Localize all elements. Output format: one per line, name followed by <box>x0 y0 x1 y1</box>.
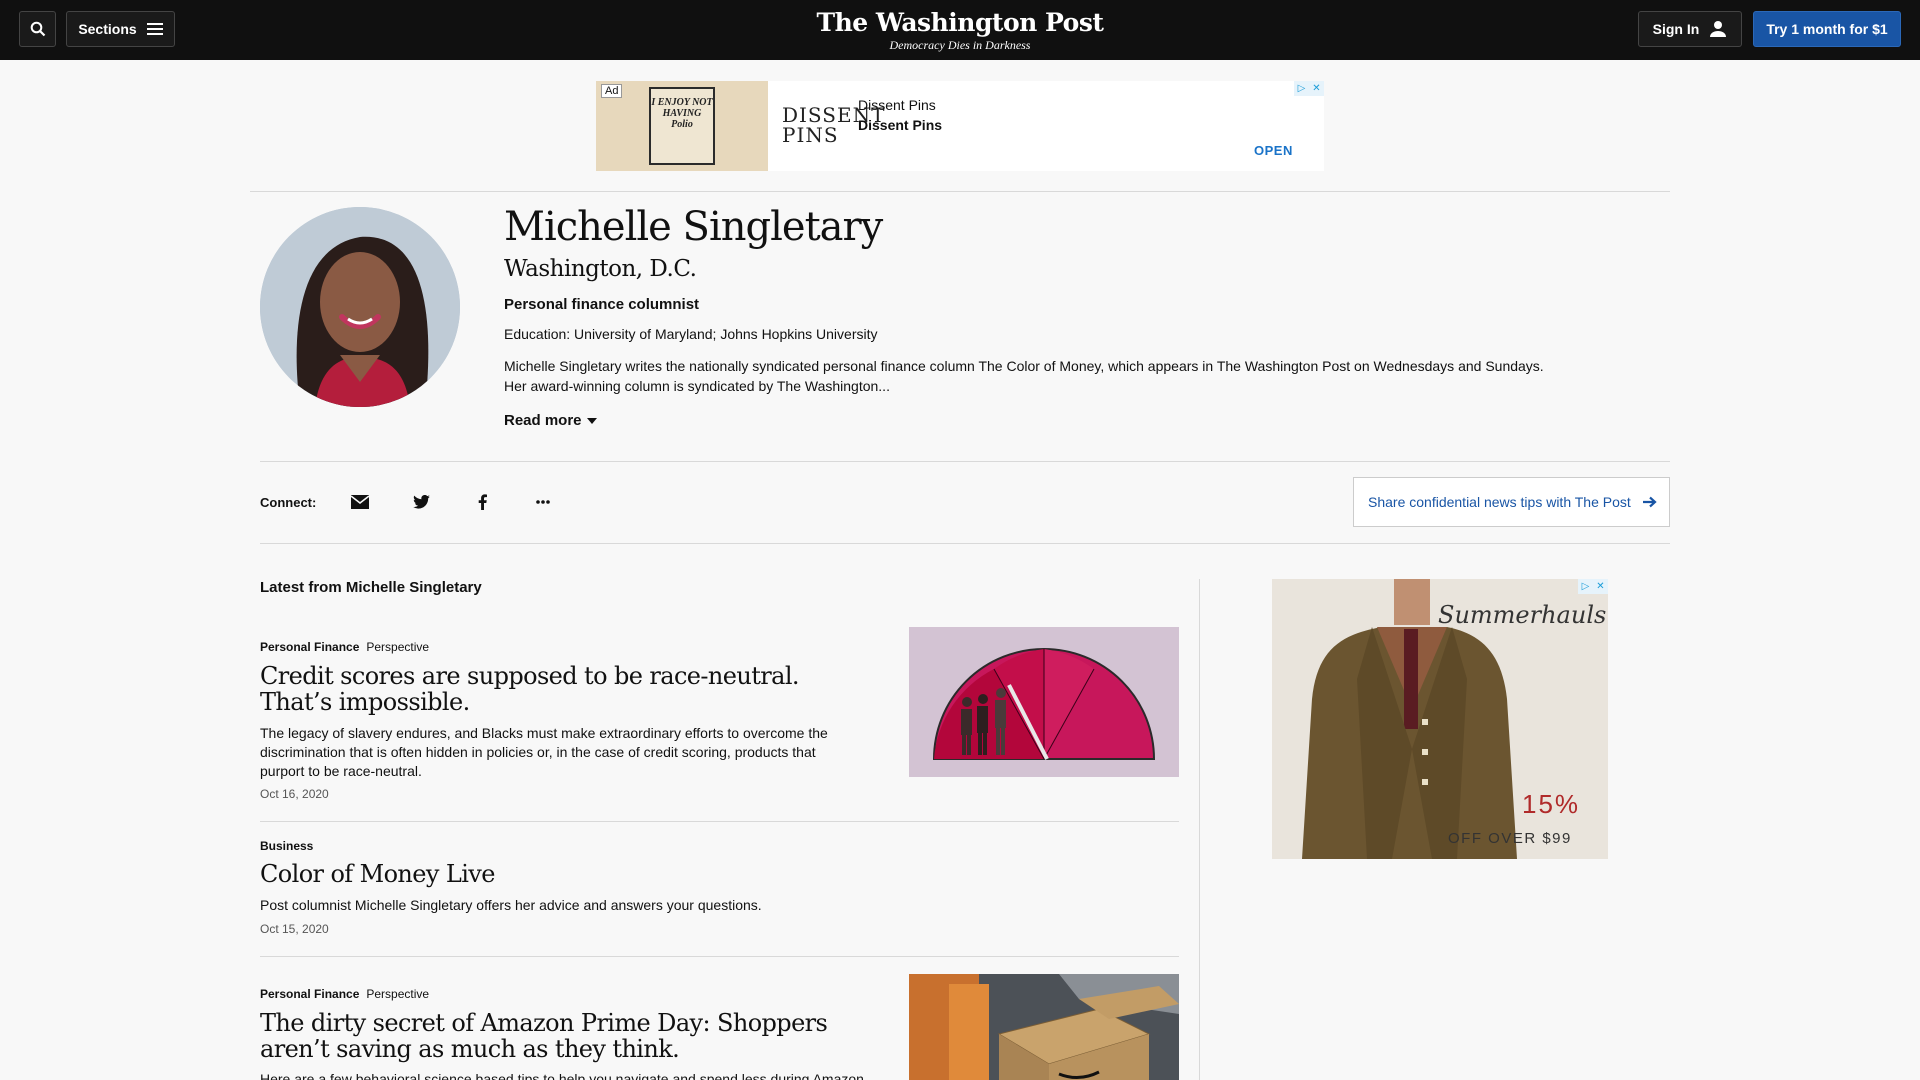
article-kicker: Business <box>260 839 320 853</box>
ad-label: Ad <box>601 84 623 98</box>
more-icon <box>536 500 550 504</box>
ad-side-discount: 15% <box>1522 789 1581 819</box>
article-headline[interactable]: The dirty secret of Amazon Prime Day: Sh… <box>260 1010 860 1062</box>
logo-wordmark: The Washington Post <box>816 8 1104 37</box>
article-section-link[interactable]: Personal Finance <box>260 640 359 654</box>
ad-brand-logo: DISSENT PINS <box>782 103 886 147</box>
email-icon <box>351 495 369 509</box>
article-headline[interactable]: Credit scores are supposed to be race-ne… <box>260 663 820 715</box>
subscribe-button[interactable]: Try 1 month for $1 <box>1753 11 1901 47</box>
article-kicker: Personal Finance Perspective <box>260 987 429 1001</box>
ad-advertiser: Dissent Pins <box>858 117 943 133</box>
hamburger-icon <box>146 23 163 35</box>
divider <box>260 821 1179 822</box>
arrow-right-icon <box>1642 496 1657 508</box>
ad-side-offer: OFF OVER $99 <box>1448 830 1572 847</box>
sign-in-button[interactable]: Sign In <box>1638 11 1742 47</box>
search-button[interactable] <box>19 11 56 47</box>
article-thumbnail[interactable] <box>909 974 1179 1080</box>
more-options-button[interactable] <box>531 490 555 514</box>
sections-label: Sections <box>78 21 137 37</box>
ad-headline: Dissent Pins <box>858 97 936 113</box>
divider <box>250 191 1670 192</box>
article-kicker: Personal Finance Perspective <box>260 640 429 654</box>
article-date: Oct 16, 2020 <box>260 787 329 801</box>
sections-menu-button[interactable]: Sections <box>66 11 175 47</box>
close-icon[interactable]: ✕ <box>1309 81 1324 96</box>
facebook-button[interactable] <box>470 490 494 514</box>
search-icon <box>30 21 45 37</box>
divider <box>260 543 1670 544</box>
article-section-link[interactable]: Personal Finance <box>260 987 359 1001</box>
caret-down-icon <box>586 417 597 424</box>
ad-open-button[interactable]: OPEN <box>1254 143 1293 158</box>
news-tips-label: Share confidential news tips with The Po… <box>1368 494 1631 510</box>
user-icon <box>1710 21 1727 37</box>
article-label: Perspective <box>366 987 430 1001</box>
adchoices-badge[interactable]: ▷ ✕ <box>1578 579 1608 594</box>
top-banner-ad[interactable]: I ENJOY NOT HAVING Polio Ad DISSENT PINS… <box>596 81 1324 171</box>
news-tips-button[interactable]: Share confidential news tips with The Po… <box>1353 477 1670 527</box>
article-date: Oct 15, 2020 <box>260 922 329 936</box>
close-icon[interactable]: ✕ <box>1593 579 1608 594</box>
column-divider <box>1199 579 1200 1080</box>
ad-image: I ENJOY NOT HAVING Polio Ad <box>596 81 768 171</box>
author-education: Education: University of Maryland; Johns… <box>504 326 878 342</box>
author-location: Washington, D.C. <box>504 256 697 282</box>
article-section-link[interactable]: Business <box>260 839 313 853</box>
author-avatar <box>260 207 460 407</box>
latest-heading: Latest from Michelle Singletary <box>260 579 482 596</box>
top-navigation-bar: Sections The Washington Post Democracy D… <box>0 0 1920 60</box>
author-name: Michelle Singletary <box>504 204 883 250</box>
connect-label: Connect: <box>260 495 317 510</box>
sidebar-ad[interactable]: Summerhauls 15% OFF OVER $99 ▷ ✕ <box>1272 579 1608 859</box>
article-label: Perspective <box>366 640 430 654</box>
article-blurb: The legacy of slavery endures, and Black… <box>260 725 828 779</box>
author-role: Personal finance columnist <box>504 296 700 313</box>
divider <box>260 461 1670 462</box>
ad-side-brand: Summerhauls <box>1438 601 1607 629</box>
divider <box>260 956 1179 957</box>
read-more-label: Read more <box>504 412 582 429</box>
ad-poster: I ENJOY NOT HAVING Polio <box>649 87 715 165</box>
sign-in-label: Sign In <box>1652 21 1700 37</box>
email-button[interactable] <box>348 490 372 514</box>
twitter-button[interactable] <box>409 490 433 514</box>
adchoices-icon[interactable]: ▷ <box>1294 81 1309 96</box>
article-headline[interactable]: Color of Money Live <box>260 861 860 887</box>
twitter-icon <box>412 495 430 509</box>
site-logo[interactable]: The Washington Post Democracy Dies in Da… <box>760 8 1160 53</box>
logo-tagline: Democracy Dies in Darkness <box>889 38 1031 52</box>
adchoices-badge[interactable]: ▷ ✕ <box>1294 81 1324 96</box>
read-more-button[interactable]: Read more <box>504 412 597 429</box>
article-thumbnail[interactable] <box>909 627 1179 777</box>
facebook-icon <box>478 494 487 510</box>
article-blurb: Post columnist Michelle Singletary offer… <box>260 897 762 913</box>
article-blurb: Here are a few behavioral science based … <box>260 1071 864 1080</box>
adchoices-icon[interactable]: ▷ <box>1578 579 1593 594</box>
author-bio: Michelle Singletary writes the nationall… <box>504 358 1544 394</box>
